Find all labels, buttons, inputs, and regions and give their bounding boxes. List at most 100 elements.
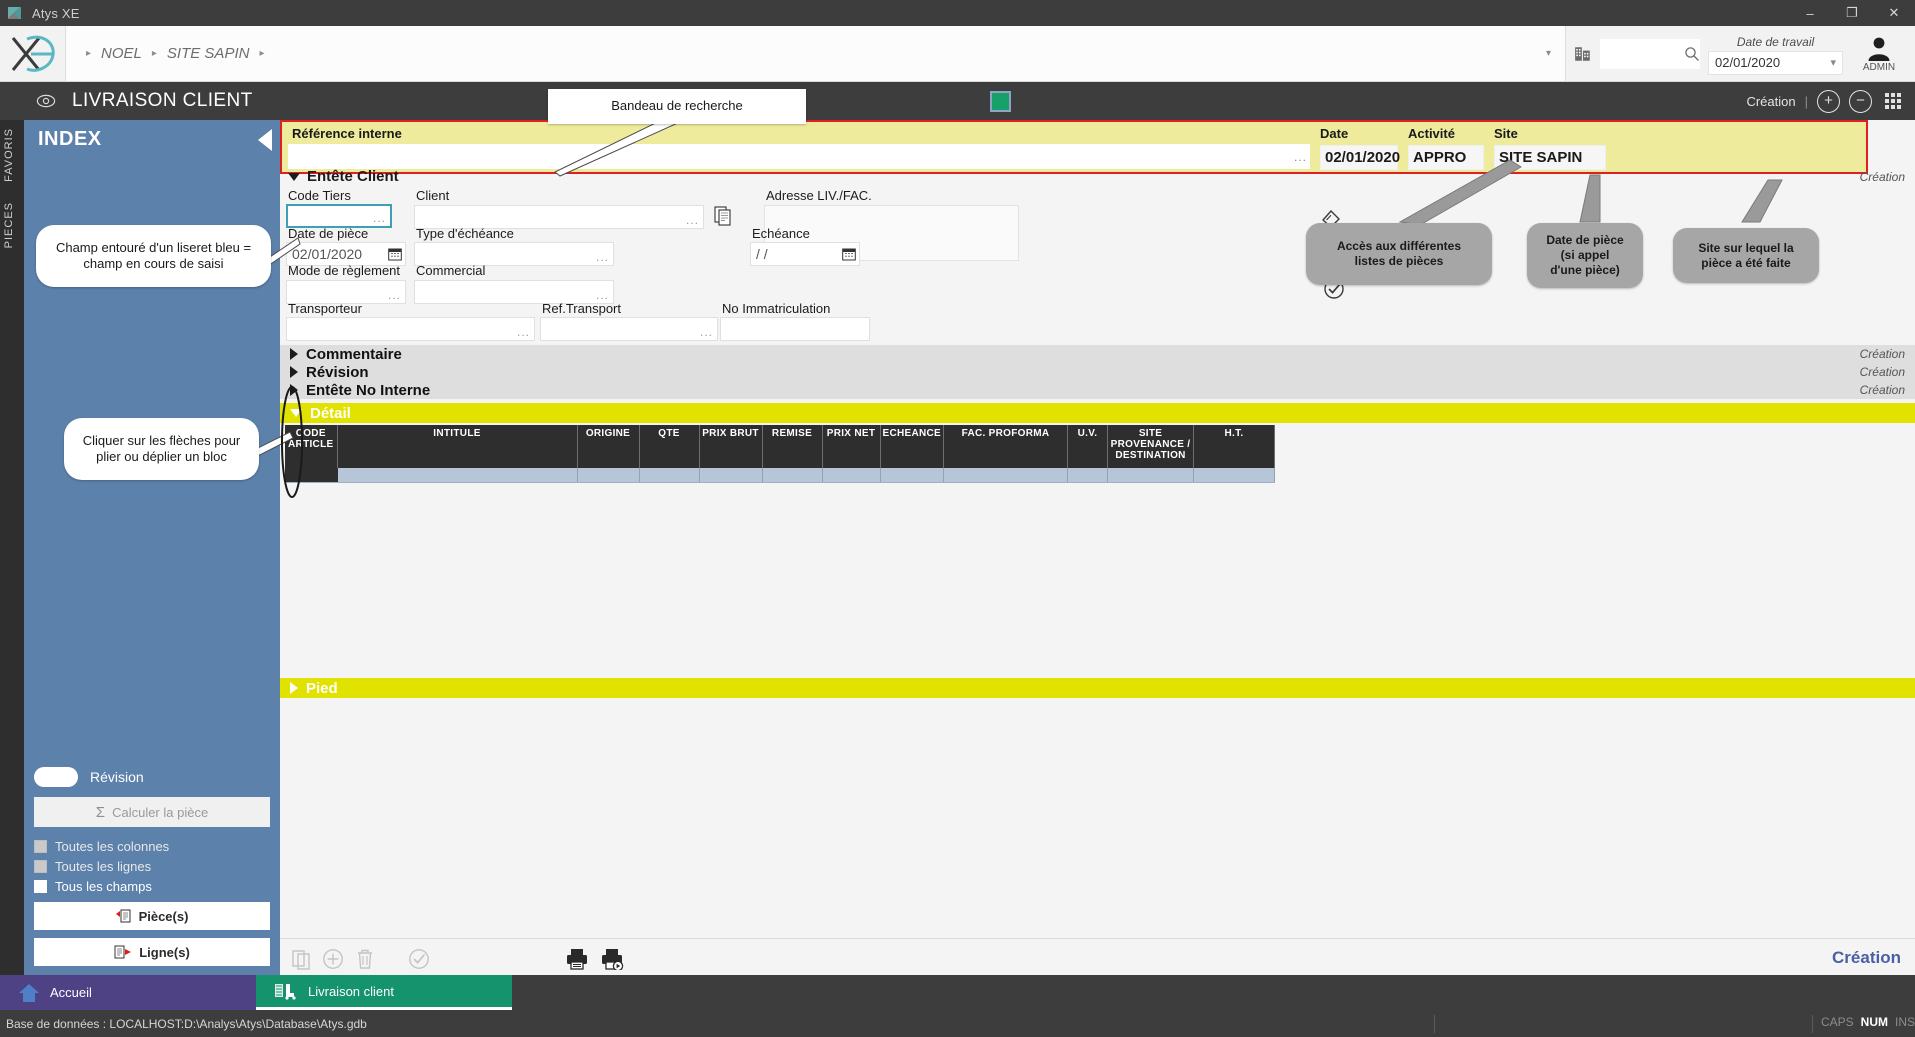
code-tiers-lookup[interactable]: ... (373, 211, 386, 225)
delete-icon[interactable] (356, 948, 374, 970)
apps-grid-icon[interactable] (1885, 93, 1901, 109)
export-pieces-button[interactable]: Pièce(s) (34, 902, 270, 930)
validate-icon[interactable] (408, 948, 430, 970)
rail-tab-favoris[interactable]: FAVORIS (3, 128, 15, 182)
grid-col-prix-net[interactable]: PRIX NET (822, 425, 880, 468)
grid-cell[interactable] (762, 468, 822, 482)
minimize-button[interactable]: – (1789, 0, 1831, 26)
rail-tab-pieces[interactable]: PIECES (3, 202, 15, 248)
type-echeance-lookup[interactable]: ... (596, 250, 609, 264)
band-activite-value[interactable]: APPRO (1408, 145, 1484, 170)
chevron-down-icon[interactable] (288, 173, 300, 181)
echeance-input[interactable]: / / (750, 242, 860, 266)
section-entete-client-header[interactable]: Entête Client (288, 168, 399, 185)
grid-col-qte[interactable]: QTE (639, 425, 699, 468)
grid-cell[interactable] (639, 468, 699, 482)
chevron-right-icon[interactable] (290, 384, 298, 396)
checkbox-all-rows[interactable]: Toutes les lignes (34, 859, 270, 874)
no-immatriculation-input[interactable] (720, 317, 870, 341)
calendar-icon[interactable] (842, 247, 856, 261)
user-area[interactable]: ADMIN (1851, 35, 1907, 73)
grid-col-ht[interactable]: H.T. (1194, 425, 1275, 468)
section-commentaire[interactable]: Commentaire Création (280, 345, 1915, 363)
section-revision[interactable]: Révision Création (280, 363, 1915, 381)
breadcrumb-item-0[interactable]: NOEL (101, 45, 142, 62)
reference-interne-lookup[interactable]: ... (1294, 150, 1307, 164)
ref-transport-input[interactable]: ... (540, 317, 718, 341)
grid-cell[interactable] (285, 468, 337, 482)
brand-logo[interactable] (0, 26, 66, 81)
status-chip-green[interactable] (990, 91, 1011, 112)
grid-col-intitule[interactable]: INTITULE (337, 425, 577, 468)
add-icon[interactable] (322, 948, 344, 970)
section-detail[interactable]: Détail (280, 403, 1915, 423)
chevron-down-icon[interactable]: ▾ (1546, 48, 1551, 59)
print-icon[interactable] (565, 948, 589, 970)
breadcrumb[interactable]: ▸ NOEL ▸ SITE SAPIN ▸ ▾ (66, 26, 1566, 81)
grid-cell[interactable] (699, 468, 762, 482)
grid-col-prix-brut[interactable]: PRIX BRUT (699, 425, 762, 468)
grid-col-site-provenance[interactable]: SITEPROVENANCE /DESTINATION (1108, 425, 1194, 468)
revision-toggle-row[interactable]: Révision (34, 767, 270, 787)
grid-col-echeance[interactable]: ECHEANCE (880, 425, 944, 468)
calendar-icon[interactable] (388, 247, 402, 261)
copy-icon[interactable] (292, 948, 312, 970)
copy-pages-icon[interactable] (714, 206, 732, 226)
grid-cell[interactable] (337, 468, 577, 482)
grid-cell[interactable] (880, 468, 944, 482)
search-input[interactable] (1607, 46, 1693, 61)
checkbox-icon[interactable] (34, 860, 47, 873)
mode-reglement-lookup[interactable]: ... (388, 288, 401, 302)
grid-cell[interactable] (1108, 468, 1194, 482)
close-button[interactable]: ✕ (1873, 0, 1915, 26)
checkbox-all-columns[interactable]: Toutes les colonnes (34, 839, 270, 854)
chevron-right-icon[interactable] (290, 348, 298, 360)
ref-transport-lookup[interactable]: ... (700, 325, 713, 339)
commercial-lookup[interactable]: ... (596, 288, 609, 302)
grid-cell[interactable] (944, 468, 1068, 482)
breadcrumb-item-1[interactable]: SITE SAPIN (167, 45, 250, 62)
grid-col-uv[interactable]: U.V. (1068, 425, 1108, 468)
checkbox-all-fields[interactable]: Tous les champs (34, 879, 270, 894)
detail-grid[interactable]: CODEARTICLE INTITULE ORIGINE QTE PRIX BR… (285, 425, 1275, 483)
collapse-sidebar-icon[interactable] (258, 129, 272, 151)
grid-col-origine[interactable]: ORIGINE (577, 425, 639, 468)
print-preview-icon[interactable] (600, 948, 626, 970)
revision-toggle[interactable] (34, 767, 78, 787)
search-icon[interactable] (1684, 46, 1700, 62)
building-icon[interactable] (1574, 45, 1592, 63)
reference-interne-input[interactable] (288, 144, 1310, 169)
grid-col-code-article[interactable]: CODEARTICLE (285, 425, 337, 468)
grid-cell[interactable] (1194, 468, 1275, 482)
grid-cell[interactable] (822, 468, 880, 482)
transporteur-lookup[interactable]: ... (517, 325, 530, 339)
client-lookup[interactable]: ... (686, 213, 699, 227)
section-pied[interactable]: Pied (280, 678, 1915, 698)
maximize-button[interactable]: ❐ (1831, 0, 1873, 26)
section-entete-no-interne[interactable]: Entête No Interne Création (280, 381, 1915, 399)
eye-icon[interactable] (36, 94, 56, 108)
calculate-piece-button[interactable]: Σ Calculer la pièce (34, 797, 270, 827)
band-site-value[interactable]: SITE SAPIN (1494, 145, 1606, 170)
chevron-right-icon[interactable] (290, 682, 298, 694)
band-date-value[interactable]: 02/01/2020 (1320, 145, 1398, 170)
add-button[interactable]: + (1817, 90, 1840, 113)
code-tiers-input[interactable]: ... (286, 204, 392, 228)
user-name: ADMIN (1863, 62, 1895, 73)
remove-button[interactable]: − (1849, 90, 1872, 113)
taskbar-item-livraison-client[interactable]: Livraison client (256, 975, 512, 1010)
grid-col-remise[interactable]: REMISE (762, 425, 822, 468)
grid-cell[interactable] (577, 468, 639, 482)
work-date-field[interactable]: Date de travail 02/01/2020 (1708, 33, 1843, 75)
chevron-down-icon[interactable] (290, 409, 302, 417)
chevron-right-icon[interactable] (290, 366, 298, 378)
grid-col-fac-proforma[interactable]: FAC. PROFORMA (944, 425, 1068, 468)
export-lines-button[interactable]: Ligne(s) (34, 938, 270, 966)
table-row[interactable] (285, 468, 1275, 482)
taskbar-item-accueil[interactable]: Accueil (0, 975, 256, 1010)
grid-cell[interactable] (1068, 468, 1108, 482)
checkbox-icon[interactable] (34, 880, 47, 893)
checkbox-icon[interactable] (34, 840, 47, 853)
work-date-value[interactable]: 02/01/2020 (1708, 51, 1843, 75)
transporteur-input[interactable]: ... (286, 317, 535, 341)
